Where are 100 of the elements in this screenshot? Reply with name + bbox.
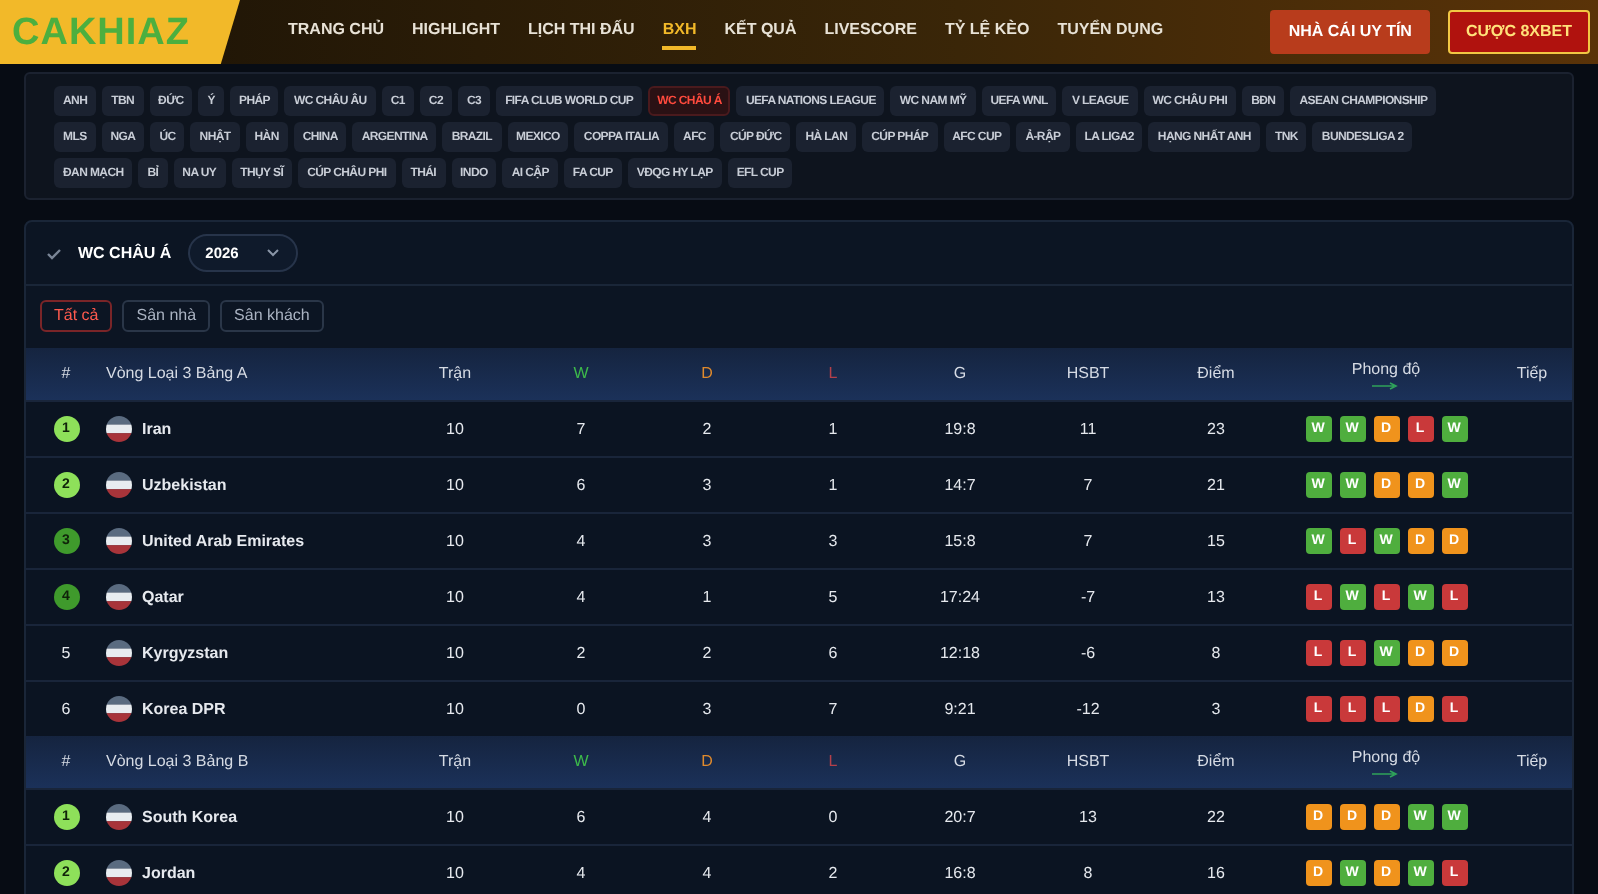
team-name[interactable]: Qatar xyxy=(142,585,184,610)
table-cell-text: 2 xyxy=(700,641,714,666)
nav-link[interactable]: HIGHLIGHT xyxy=(412,14,500,50)
header-button[interactable]: CƯỢC 8XBET xyxy=(1447,10,1590,54)
team-name[interactable]: South Korea xyxy=(142,805,238,830)
table-cell-text: 7 xyxy=(1081,473,1095,498)
table-cell-text: 1 xyxy=(826,473,840,498)
table-cell-text: 23 xyxy=(1205,417,1227,442)
table-cell-text: 7 xyxy=(826,697,840,722)
arrow-right-icon xyxy=(1372,770,1400,779)
column-header: Điểm xyxy=(1195,362,1237,387)
table-cell-text: 2 xyxy=(700,417,714,442)
column-header: Vòng Loại 3 Bảng A xyxy=(106,362,250,387)
column-header: # xyxy=(59,362,73,387)
table-cell-text: 6 xyxy=(574,805,588,830)
table-cell-text: 10 xyxy=(444,529,466,554)
column-header: D xyxy=(699,362,715,387)
nav-link[interactable]: BXH xyxy=(662,14,697,50)
column-header: G xyxy=(951,750,969,775)
table-cell-text: 3 xyxy=(700,473,714,498)
table-cell-text: 7 xyxy=(574,417,588,442)
table-cell-text: 8 xyxy=(1209,641,1223,666)
column-header: Tiếp xyxy=(1514,750,1550,775)
column-header: Trận xyxy=(436,362,474,387)
table-cell-text: -6 xyxy=(1078,641,1098,666)
column-header: Tiếp xyxy=(1514,362,1550,387)
table-cell-text: 3 xyxy=(826,529,840,554)
table-cell-text: 7 xyxy=(1081,529,1095,554)
flag-icon xyxy=(106,416,132,443)
team-name[interactable]: United Arab Emirates xyxy=(142,529,305,554)
table-cell-text: 1 xyxy=(826,417,840,442)
table-cell-text: 2 xyxy=(826,861,840,886)
table-cell-text: 4 xyxy=(700,861,714,886)
table-cell-text: 10 xyxy=(444,473,466,498)
nav-link[interactable]: TRANG CHỦ xyxy=(288,14,384,50)
table-cell-text: 4 xyxy=(574,529,588,554)
nav-link[interactable]: TUYỂN DỤNG xyxy=(1057,14,1164,50)
table-cell-text: 10 xyxy=(444,697,466,722)
column-header: HSBT xyxy=(1064,750,1112,775)
competition-title: WC CHÂU Á xyxy=(78,241,172,266)
table-cell-text: 4 xyxy=(700,805,714,830)
table-cell-text: 1 xyxy=(700,585,714,610)
chevron-down-icon xyxy=(266,248,281,259)
column-header: Phong độ xyxy=(1351,358,1421,383)
table-cell-text: 4 xyxy=(574,861,588,886)
flag-icon xyxy=(106,528,132,555)
team-name[interactable]: Iran xyxy=(142,417,172,442)
table-cell-text: 15 xyxy=(1205,529,1227,554)
check-icon xyxy=(46,247,62,260)
column-header: L xyxy=(826,750,840,775)
flag-icon xyxy=(106,640,132,667)
table-cell-text: 5 xyxy=(826,585,840,610)
column-header: W xyxy=(571,750,591,775)
table-cell-text: 3 xyxy=(700,529,714,554)
column-header: Trận xyxy=(436,750,474,775)
table-cell-text: 21 xyxy=(1205,473,1227,498)
table-cell-text: 4 xyxy=(574,585,588,610)
table-cell-text: 10 xyxy=(444,417,466,442)
table-cell-text: 22 xyxy=(1205,805,1227,830)
nav-link[interactable]: KẾT QUẢ xyxy=(724,14,797,50)
table-cell-text: 10 xyxy=(444,585,466,610)
filter-tab[interactable]: Sân khách xyxy=(220,300,324,333)
column-header: D xyxy=(699,750,715,775)
table-cell-text: -12 xyxy=(1074,697,1102,722)
team-name[interactable]: Kyrgyzstan xyxy=(142,641,229,666)
table-cell-text: 19:8 xyxy=(942,417,978,442)
filter-tab[interactable]: Sân nhà xyxy=(122,300,211,333)
header-button[interactable]: NHÀ CÁI UY TÍN xyxy=(1270,10,1430,54)
table-cell-text: 16:8 xyxy=(942,861,978,886)
table-cell-text: 3 xyxy=(700,697,714,722)
table-cell-text: 10 xyxy=(444,805,466,830)
nav-link[interactable]: LIVESCORE xyxy=(824,14,917,50)
table-cell-text: -7 xyxy=(1078,585,1098,610)
table-cell-text: 0 xyxy=(574,697,588,722)
column-header: Phong độ xyxy=(1351,746,1421,771)
table-cell-text: 10 xyxy=(444,641,466,666)
table-cell-text: 2 xyxy=(574,641,588,666)
table-cell-text: 12:18 xyxy=(937,641,983,666)
flag-icon xyxy=(106,696,132,723)
table-cell-text: 0 xyxy=(826,805,840,830)
table-cell-text: 9:21 xyxy=(942,697,978,722)
flag-icon xyxy=(106,860,132,887)
nav-link[interactable]: TỶ LỆ KÈO xyxy=(944,14,1030,50)
nav-link[interactable]: LỊCH THI ĐẤU xyxy=(528,14,635,50)
rank-number: 6 xyxy=(61,699,71,718)
table-cell-text: 15:8 xyxy=(942,529,978,554)
flag-icon xyxy=(106,472,132,499)
column-header: # xyxy=(59,750,73,775)
table-cell-text: 8 xyxy=(1081,861,1095,886)
table-cell-text: 13 xyxy=(1205,585,1227,610)
team-name[interactable]: Uzbekistan xyxy=(142,473,227,498)
table-cell-text: 6 xyxy=(826,641,840,666)
flag-icon xyxy=(106,804,132,831)
table-cell-text: 14:7 xyxy=(942,473,978,498)
team-name[interactable]: Jordan xyxy=(142,861,196,886)
column-header: Vòng Loại 3 Bảng B xyxy=(106,750,251,775)
filter-tab[interactable]: Tất cả xyxy=(40,300,113,333)
column-header: G xyxy=(951,362,969,387)
team-name[interactable]: Korea DPR xyxy=(142,697,226,722)
table-cell-text: 16 xyxy=(1205,861,1227,886)
